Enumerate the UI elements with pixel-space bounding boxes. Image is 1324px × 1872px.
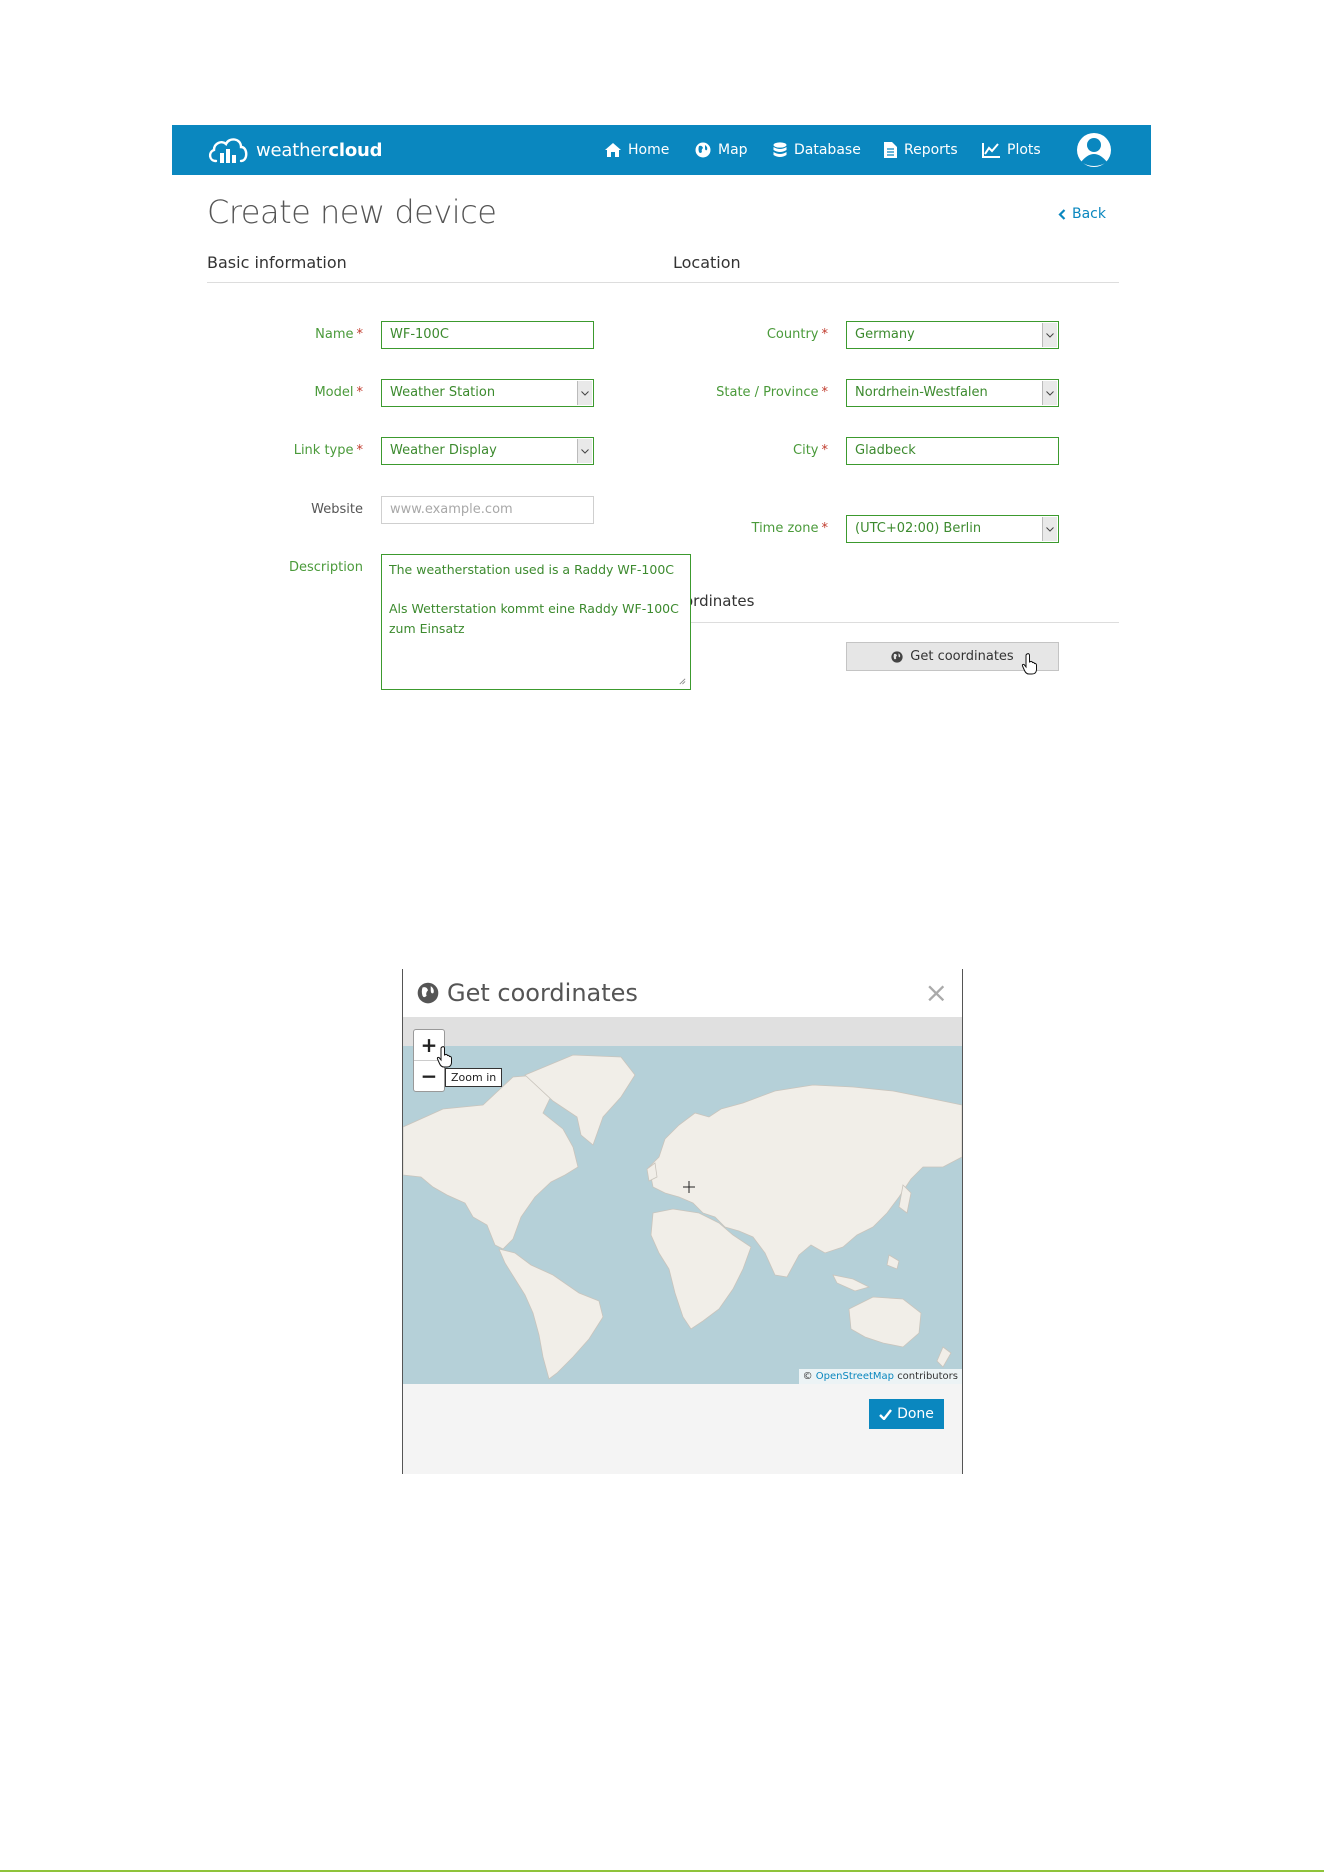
back-label: Back [1072, 206, 1106, 222]
basic-info-heading: Basic information [207, 253, 347, 272]
page-title: Create new device [207, 193, 497, 231]
nav-home[interactable]: Home [605, 125, 669, 175]
user-avatar-icon[interactable] [1076, 132, 1112, 168]
state-label: State / Province * [716, 385, 828, 400]
zoom-in-tooltip: Zoom in [445, 1068, 503, 1087]
get-coordinates-label: Get coordinates [910, 649, 1014, 664]
nav-reports-label: Reports [904, 142, 958, 158]
openstreetmap-link[interactable]: OpenStreetMap [816, 1371, 894, 1382]
state-select[interactable]: Nordrhein-Westfalen [846, 379, 1059, 407]
document-icon [884, 142, 897, 158]
chevron-down-icon[interactable] [1042, 381, 1057, 405]
country-label: Country * [766, 327, 828, 342]
nav-home-label: Home [628, 142, 670, 158]
top-navbar: weathercloud Home Map Database Reports P… [172, 125, 1151, 175]
timezone-select[interactable]: (UTC+02:00) Berlin [846, 515, 1059, 543]
dialog-title-text: Get coordinates [447, 979, 638, 1007]
dialog-title: Get coordinates [417, 979, 638, 1007]
chart-line-icon [982, 142, 1000, 158]
nav-map-label: Map [718, 142, 748, 158]
chevron-down-icon[interactable] [1042, 517, 1057, 541]
city-input[interactable]: Gladbeck [846, 437, 1059, 465]
model-select[interactable]: Weather Station [381, 379, 594, 407]
nav-database[interactable]: Database [773, 125, 861, 175]
timezone-label: Time zone * [751, 521, 828, 536]
hand-cursor-icon [1021, 653, 1037, 675]
done-button[interactable]: Done [869, 1399, 944, 1429]
name-input[interactable]: WF-100C [381, 321, 594, 349]
link-type-select[interactable]: Weather Display [381, 437, 594, 465]
name-label: Name * [315, 327, 363, 342]
chevron-left-icon [1058, 208, 1066, 220]
nav-database-label: Database [794, 142, 861, 158]
country-select-value: Germany [855, 327, 915, 342]
back-link[interactable]: Back [1058, 206, 1106, 222]
globe-icon [695, 142, 711, 158]
nav-plots-label: Plots [1007, 142, 1041, 158]
coordinates-divider [673, 622, 1119, 623]
get-coordinates-dialog: Get coordinates × + − Zoom in © OpenStre… [402, 969, 963, 1474]
chevron-down-icon[interactable] [577, 381, 592, 405]
website-label: Website [311, 502, 363, 517]
model-label: Model * [314, 385, 363, 400]
database-icon [773, 142, 787, 157]
chevron-down-icon[interactable] [577, 439, 592, 463]
chevron-down-icon[interactable] [1042, 323, 1057, 347]
location-heading: Location [673, 253, 741, 272]
hand-cursor-icon [436, 1046, 452, 1068]
copyright-symbol: © [802, 1371, 813, 1382]
globe-icon [417, 982, 439, 1004]
timezone-select-value: (UTC+02:00) Berlin [855, 521, 982, 536]
website-input[interactable]: www.example.com [381, 496, 594, 524]
done-label: Done [897, 1406, 934, 1422]
home-icon [605, 143, 621, 157]
nav-map[interactable]: Map [695, 125, 748, 175]
section-divider [207, 282, 1119, 283]
nav-plots[interactable]: Plots [982, 125, 1041, 175]
create-device-screen: weathercloud Home Map Database Reports P… [172, 125, 1151, 700]
check-icon [879, 1408, 893, 1420]
attribution-suffix: contributors [897, 1371, 958, 1382]
coordinates-heading: ordinates [684, 592, 755, 610]
nav-reports[interactable]: Reports [884, 125, 958, 175]
state-select-value: Nordrhein-Westfalen [855, 385, 988, 400]
link-type-label: Link type * [293, 443, 363, 458]
map-attribution: © OpenStreetMap contributors [798, 1369, 962, 1384]
resize-grip-icon[interactable] [678, 677, 686, 685]
weathercloud-logo[interactable]: weathercloud [206, 134, 382, 166]
description-label: Description [288, 560, 363, 575]
country-select[interactable]: Germany [846, 321, 1059, 349]
dialog-footer: Done [403, 1384, 962, 1474]
globe-icon [891, 650, 903, 663]
close-icon[interactable]: × [925, 979, 948, 1007]
world-map[interactable]: + − Zoom in © OpenStreetMap contributors [403, 1017, 962, 1384]
logo-text: weathercloud [256, 139, 383, 161]
link-type-select-value: Weather Display [390, 443, 497, 458]
cloud-logo-icon [208, 138, 248, 163]
city-label: City * [793, 443, 828, 458]
description-textarea[interactable]: The weatherstation used is a Raddy WF-10… [381, 554, 691, 690]
model-select-value: Weather Station [390, 385, 496, 400]
